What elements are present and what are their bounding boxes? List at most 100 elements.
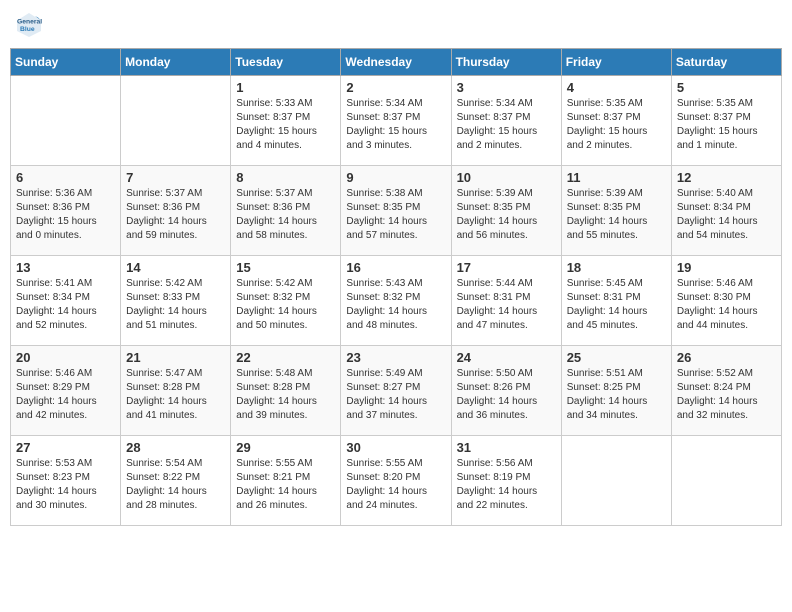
calendar-cell: 24 Sunrise: 5:50 AM Sunset: 8:26 PM Dayli… xyxy=(451,346,561,436)
day-info: Sunrise: 5:43 AM Sunset: 8:32 PM Dayligh… xyxy=(346,277,445,333)
day-info: Sunrise: 5:38 AM Sunset: 8:35 PM Dayligh… xyxy=(346,187,445,243)
calendar-week-row: 27 Sunrise: 5:53 AM Sunset: 8:23 PM Dayli… xyxy=(11,436,782,526)
calendar-body: 1Sunrise: 5:33 AM Sunset: 8:37 PM Daylig… xyxy=(11,76,782,526)
calendar-cell: 4Sunrise: 5:35 AM Sunset: 8:37 PM Daylig… xyxy=(561,76,671,166)
calendar-cell: 2 Sunrise: 5:34 AM Sunset: 8:37 PM Daylig… xyxy=(341,76,451,166)
day-number: 4 xyxy=(567,80,666,95)
day-info: Sunrise: 5:34 AM Sunset: 8:37 PM Dayligh… xyxy=(346,97,445,153)
day-number: 7 xyxy=(126,170,225,185)
day-info: Sunrise: 5:40 AM Sunset: 8:34 PM Dayligh… xyxy=(677,187,776,243)
day-number: 17 xyxy=(457,260,556,275)
calendar-cell xyxy=(561,436,671,526)
calendar-cell: 26Sunrise: 5:52 AM Sunset: 8:24 PM Dayli… xyxy=(671,346,781,436)
calendar-week-row: 13Sunrise: 5:41 AM Sunset: 8:34 PM Dayli… xyxy=(11,256,782,346)
day-number: 13 xyxy=(16,260,115,275)
calendar-cell: 18 Sunrise: 5:45 AM Sunset: 8:31 PM Dayli… xyxy=(561,256,671,346)
day-number: 24 xyxy=(457,350,556,365)
day-number: 6 xyxy=(16,170,115,185)
calendar-cell: 23Sunrise: 5:49 AM Sunset: 8:27 PM Dayli… xyxy=(341,346,451,436)
day-number: 10 xyxy=(457,170,556,185)
calendar-cell: 9 Sunrise: 5:38 AM Sunset: 8:35 PM Daylig… xyxy=(341,166,451,256)
calendar-cell: 12 Sunrise: 5:40 AM Sunset: 8:34 PM Dayli… xyxy=(671,166,781,256)
day-number: 16 xyxy=(346,260,445,275)
calendar-cell: 25 Sunrise: 5:51 AM Sunset: 8:25 PM Dayli… xyxy=(561,346,671,436)
calendar-cell xyxy=(11,76,121,166)
day-number: 14 xyxy=(126,260,225,275)
weekday-header: Tuesday xyxy=(231,49,341,76)
day-info: Sunrise: 5:39 AM Sunset: 8:35 PM Dayligh… xyxy=(567,187,666,243)
calendar-cell: 21 Sunrise: 5:47 AM Sunset: 8:28 PM Dayli… xyxy=(121,346,231,436)
day-info: Sunrise: 5:37 AM Sunset: 8:36 PM Dayligh… xyxy=(126,187,225,243)
calendar-cell: 19 Sunrise: 5:46 AM Sunset: 8:30 PM Dayli… xyxy=(671,256,781,346)
calendar-cell: 8 Sunrise: 5:37 AM Sunset: 8:36 PM Daylig… xyxy=(231,166,341,256)
weekday-header: Friday xyxy=(561,49,671,76)
day-info: Sunrise: 5:52 AM Sunset: 8:24 PM Dayligh… xyxy=(677,367,776,423)
day-number: 9 xyxy=(346,170,445,185)
day-number: 19 xyxy=(677,260,776,275)
day-number: 25 xyxy=(567,350,666,365)
calendar-cell: 1Sunrise: 5:33 AM Sunset: 8:37 PM Daylig… xyxy=(231,76,341,166)
calendar-cell: 27 Sunrise: 5:53 AM Sunset: 8:23 PM Dayli… xyxy=(11,436,121,526)
calendar-cell: 16 Sunrise: 5:43 AM Sunset: 8:32 PM Dayli… xyxy=(341,256,451,346)
day-number: 18 xyxy=(567,260,666,275)
calendar-cell xyxy=(121,76,231,166)
calendar-cell: 14 Sunrise: 5:42 AM Sunset: 8:33 PM Dayli… xyxy=(121,256,231,346)
day-info: Sunrise: 5:42 AM Sunset: 8:33 PM Dayligh… xyxy=(126,277,225,333)
day-info: Sunrise: 5:36 AM Sunset: 8:36 PM Dayligh… xyxy=(16,187,115,243)
day-number: 5 xyxy=(677,80,776,95)
svg-text:General: General xyxy=(17,19,42,26)
day-number: 2 xyxy=(346,80,445,95)
calendar-cell: 30 Sunrise: 5:55 AM Sunset: 8:20 PM Dayli… xyxy=(341,436,451,526)
calendar-cell: 13Sunrise: 5:41 AM Sunset: 8:34 PM Dayli… xyxy=(11,256,121,346)
day-info: Sunrise: 5:48 AM Sunset: 8:28 PM Dayligh… xyxy=(236,367,335,423)
day-number: 12 xyxy=(677,170,776,185)
calendar-cell: 7 Sunrise: 5:37 AM Sunset: 8:36 PM Daylig… xyxy=(121,166,231,256)
weekday-header: Sunday xyxy=(11,49,121,76)
calendar-cell: 5 Sunrise: 5:35 AM Sunset: 8:37 PM Daylig… xyxy=(671,76,781,166)
calendar-cell: 17 Sunrise: 5:44 AM Sunset: 8:31 PM Dayli… xyxy=(451,256,561,346)
day-info: Sunrise: 5:46 AM Sunset: 8:30 PM Dayligh… xyxy=(677,277,776,333)
day-info: Sunrise: 5:44 AM Sunset: 8:31 PM Dayligh… xyxy=(457,277,556,333)
day-number: 3 xyxy=(457,80,556,95)
weekday-header: Wednesday xyxy=(341,49,451,76)
calendar-cell: 28Sunrise: 5:54 AM Sunset: 8:22 PM Dayli… xyxy=(121,436,231,526)
svg-text:Blue: Blue xyxy=(20,26,35,33)
day-info: Sunrise: 5:50 AM Sunset: 8:26 PM Dayligh… xyxy=(457,367,556,423)
logo-icon: General Blue xyxy=(14,10,44,40)
weekday-header: Saturday xyxy=(671,49,781,76)
calendar-week-row: 1Sunrise: 5:33 AM Sunset: 8:37 PM Daylig… xyxy=(11,76,782,166)
calendar-cell: 20Sunrise: 5:46 AM Sunset: 8:29 PM Dayli… xyxy=(11,346,121,436)
day-number: 23 xyxy=(346,350,445,365)
calendar-cell: 11 Sunrise: 5:39 AM Sunset: 8:35 PM Dayli… xyxy=(561,166,671,256)
calendar-cell: 10 Sunrise: 5:39 AM Sunset: 8:35 PM Dayli… xyxy=(451,166,561,256)
calendar-cell: 6 Sunrise: 5:36 AM Sunset: 8:36 PM Daylig… xyxy=(11,166,121,256)
day-info: Sunrise: 5:34 AM Sunset: 8:37 PM Dayligh… xyxy=(457,97,556,153)
day-number: 8 xyxy=(236,170,335,185)
calendar-cell: 29Sunrise: 5:55 AM Sunset: 8:21 PM Dayli… xyxy=(231,436,341,526)
day-info: Sunrise: 5:55 AM Sunset: 8:20 PM Dayligh… xyxy=(346,457,445,513)
logo: General Blue xyxy=(14,10,48,40)
day-number: 11 xyxy=(567,170,666,185)
day-number: 31 xyxy=(457,440,556,455)
day-number: 27 xyxy=(16,440,115,455)
day-number: 1 xyxy=(236,80,335,95)
weekday-header: Thursday xyxy=(451,49,561,76)
calendar-cell xyxy=(671,436,781,526)
day-info: Sunrise: 5:39 AM Sunset: 8:35 PM Dayligh… xyxy=(457,187,556,243)
day-info: Sunrise: 5:51 AM Sunset: 8:25 PM Dayligh… xyxy=(567,367,666,423)
day-number: 21 xyxy=(126,350,225,365)
day-info: Sunrise: 5:53 AM Sunset: 8:23 PM Dayligh… xyxy=(16,457,115,513)
day-number: 28 xyxy=(126,440,225,455)
calendar-week-row: 6 Sunrise: 5:36 AM Sunset: 8:36 PM Daylig… xyxy=(11,166,782,256)
day-info: Sunrise: 5:46 AM Sunset: 8:29 PM Dayligh… xyxy=(16,367,115,423)
day-number: 29 xyxy=(236,440,335,455)
day-info: Sunrise: 5:47 AM Sunset: 8:28 PM Dayligh… xyxy=(126,367,225,423)
calendar-cell: 15Sunrise: 5:42 AM Sunset: 8:32 PM Dayli… xyxy=(231,256,341,346)
day-info: Sunrise: 5:37 AM Sunset: 8:36 PM Dayligh… xyxy=(236,187,335,243)
day-number: 30 xyxy=(346,440,445,455)
day-info: Sunrise: 5:45 AM Sunset: 8:31 PM Dayligh… xyxy=(567,277,666,333)
weekday-header: Monday xyxy=(121,49,231,76)
calendar-table: SundayMondayTuesdayWednesdayThursdayFrid… xyxy=(10,48,782,526)
day-info: Sunrise: 5:35 AM Sunset: 8:37 PM Dayligh… xyxy=(677,97,776,153)
calendar-week-row: 20Sunrise: 5:46 AM Sunset: 8:29 PM Dayli… xyxy=(11,346,782,436)
